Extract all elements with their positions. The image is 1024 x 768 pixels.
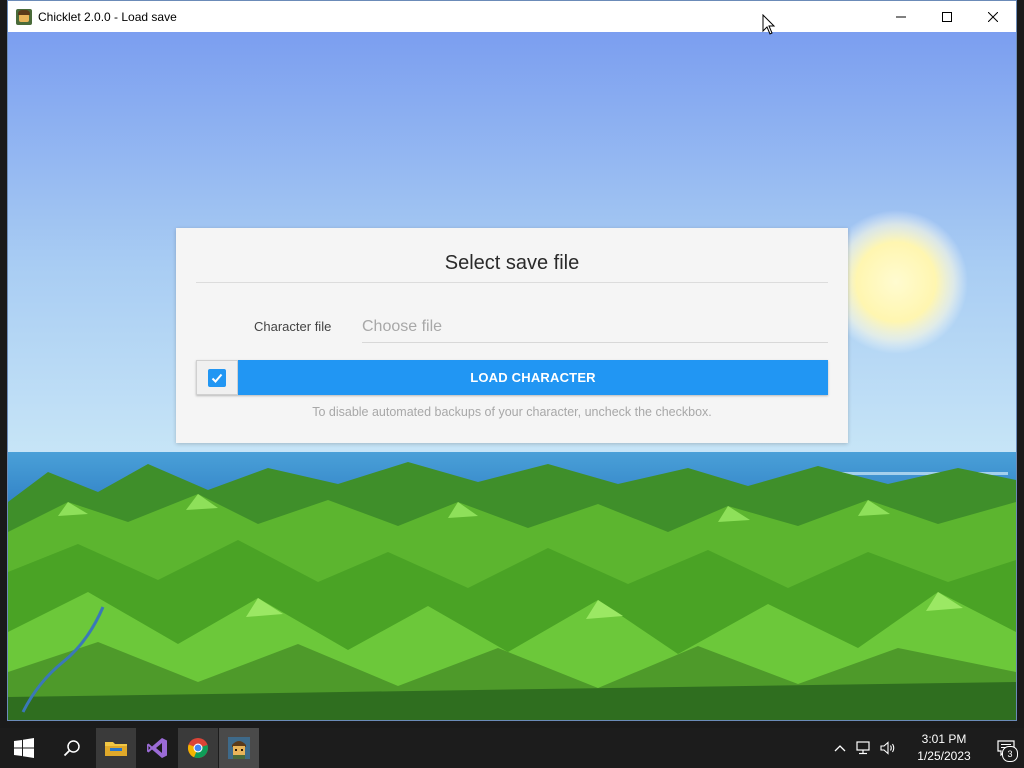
- chicklet-app-icon: [228, 737, 250, 759]
- action-center-button[interactable]: 3: [988, 728, 1024, 768]
- chicklet-app-icon: [16, 8, 32, 25]
- windows-start-icon: [14, 738, 34, 758]
- taskbar-app-chicklet[interactable]: [219, 728, 259, 768]
- visual-studio-icon: [147, 738, 167, 758]
- network-icon: [856, 741, 870, 755]
- backup-hint: To disable automated backups of your cha…: [312, 405, 712, 419]
- backup-checkbox-wrapper[interactable]: [196, 360, 238, 395]
- window-controls: [878, 1, 1016, 32]
- taskbar-app-file-explorer[interactable]: [96, 728, 136, 768]
- folder-icon: [105, 742, 127, 756]
- clock-time: 3:01 PM: [921, 732, 967, 746]
- maximize-icon: [942, 11, 952, 22]
- search-icon: [63, 740, 80, 757]
- volume-icon: [880, 741, 895, 755]
- app-window: Chicklet 2.0.0 - Load save Select save f…: [7, 0, 1017, 721]
- window-title: Chicklet 2.0.0 - Load save: [38, 9, 177, 24]
- character-file-label: Character file: [254, 319, 332, 334]
- chevron-up-icon: [834, 745, 846, 752]
- clock-date: 1/25/2023: [917, 749, 971, 763]
- checkmark-icon: [211, 373, 223, 383]
- notification-count-badge: 3: [1002, 746, 1018, 762]
- load-character-button[interactable]: LOAD CHARACTER: [238, 360, 828, 395]
- volume-button[interactable]: [876, 728, 900, 768]
- load-save-dialog: Select save file Character file LOAD CHA…: [176, 228, 848, 443]
- network-button[interactable]: [852, 728, 876, 768]
- taskbar: 3:01 PM 1/25/2023 3: [0, 728, 1024, 768]
- minimize-icon: [896, 16, 906, 17]
- system-tray: 3:01 PM 1/25/2023 3: [828, 728, 1024, 768]
- show-hidden-icons-button[interactable]: [828, 728, 852, 768]
- minimize-button[interactable]: [878, 1, 924, 32]
- backup-checkbox[interactable]: [208, 368, 226, 387]
- start-button[interactable]: [0, 728, 48, 768]
- mouse-cursor-icon: [762, 14, 776, 35]
- taskbar-app-chrome[interactable]: [178, 728, 218, 768]
- character-file-input[interactable]: [362, 311, 828, 343]
- load-action-row: LOAD CHARACTER: [196, 360, 828, 395]
- dialog-title: Select save file: [196, 252, 828, 283]
- close-icon: [988, 11, 998, 22]
- title-bar[interactable]: Chicklet 2.0.0 - Load save: [8, 1, 1016, 32]
- maximize-button[interactable]: [924, 1, 970, 32]
- search-button[interactable]: [48, 728, 96, 768]
- close-button[interactable]: [970, 1, 1016, 32]
- taskbar-app-visual-studio[interactable]: [137, 728, 177, 768]
- chrome-icon: [187, 738, 208, 759]
- taskbar-clock[interactable]: 3:01 PM 1/25/2023: [908, 731, 980, 765]
